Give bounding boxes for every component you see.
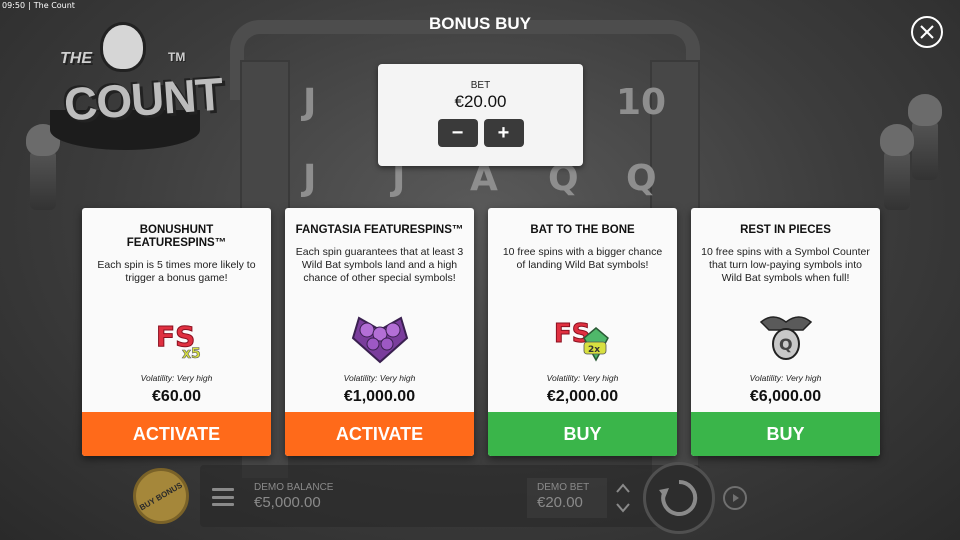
game-logo: THE TM COUNT bbox=[30, 22, 224, 150]
activate-button[interactable]: ACTIVATE bbox=[285, 412, 474, 456]
menu-icon[interactable] bbox=[212, 488, 234, 506]
card-price: €1,000.00 bbox=[343, 388, 416, 405]
card-title: FANGTASIA FEATURESPINS™ bbox=[295, 224, 464, 236]
balance-value: €5,000.00 bbox=[254, 494, 321, 511]
card-description: Each spin guarantees that at least 3 Wil… bbox=[295, 246, 464, 284]
autoplay-icon bbox=[733, 494, 739, 502]
svg-text:Q: Q bbox=[779, 335, 793, 354]
close-icon bbox=[920, 25, 934, 39]
status-bar: 09:50 | The Count bbox=[2, 1, 75, 10]
chevron-up-icon[interactable] bbox=[614, 480, 632, 496]
torch-icon bbox=[26, 124, 60, 210]
page-title: BONUS BUY bbox=[428, 14, 531, 33]
card-volatility: Volatility: Very high bbox=[343, 373, 416, 383]
card-price: €60.00 bbox=[152, 388, 201, 405]
logo-count: COUNT bbox=[62, 67, 225, 131]
buy-button[interactable]: BUY bbox=[691, 412, 880, 456]
reel-symbol: J bbox=[303, 82, 317, 123]
svg-text:x5: x5 bbox=[182, 346, 201, 362]
card-description: 10 free spins with a bigger chance of la… bbox=[502, 246, 663, 271]
activate-button[interactable]: ACTIVATE bbox=[82, 412, 271, 456]
card-title: REST IN PIECES bbox=[740, 224, 831, 236]
bonus-card-fangtasia: FANGTASIA FEATURESPINS™ Each spin guaran… bbox=[285, 208, 474, 456]
card-volatility: Volatility: Very high bbox=[546, 373, 619, 383]
card-title: BONUSHUNT FEATURESPINS™ bbox=[126, 224, 227, 249]
balance-label: DEMO BALANCE bbox=[254, 482, 334, 493]
bonus-card-bat-to-the-bone: BAT TO THE BONE 10 free spins with a big… bbox=[488, 208, 677, 456]
bat-q-symbol-icon: Q bbox=[759, 316, 812, 360]
fs-x5-icon: FS x5 bbox=[155, 320, 201, 363]
card-description: Each spin is 5 times more likely to trig… bbox=[97, 259, 256, 284]
logo-tm: TM bbox=[168, 50, 186, 64]
card-price: €6,000.00 bbox=[749, 388, 822, 405]
chevron-down-icon[interactable] bbox=[614, 500, 632, 516]
autoplay-button[interactable] bbox=[723, 486, 747, 510]
bet-value: €20.00 bbox=[454, 92, 507, 111]
bet-controls: − + bbox=[378, 119, 583, 147]
status-time: 09:50 bbox=[2, 1, 26, 10]
status-app-name: The Count bbox=[33, 1, 75, 10]
reel-symbol: Q bbox=[626, 158, 657, 199]
bet-label: BET bbox=[470, 80, 491, 91]
wild-bats-icon bbox=[351, 316, 408, 364]
fs-2x-bat-icon: FS 2x bbox=[553, 319, 609, 362]
demo-bet-label: DEMO BET bbox=[537, 482, 590, 493]
card-description: 10 free spins with a Symbol Counter that… bbox=[701, 246, 870, 284]
card-title: BAT TO THE BONE bbox=[530, 224, 635, 236]
reel-symbol: J bbox=[303, 158, 317, 199]
bet-decrease-button[interactable]: − bbox=[437, 119, 478, 147]
logo-the: THE bbox=[60, 50, 92, 67]
reel-symbol: 10 bbox=[616, 82, 667, 123]
spin-button[interactable] bbox=[643, 462, 715, 534]
torch-icon bbox=[880, 124, 914, 210]
bet-increase-button[interactable]: + bbox=[483, 119, 524, 147]
torch-icon bbox=[908, 94, 942, 180]
card-price: €2,000.00 bbox=[546, 388, 619, 405]
demo-bet-value: €20.00 bbox=[537, 494, 583, 511]
buy-bonus-button[interactable]: BUY BONUS bbox=[133, 468, 189, 524]
card-volatility: Volatility: Very high bbox=[140, 373, 213, 383]
close-button[interactable] bbox=[911, 16, 943, 48]
bonus-card-rest-in-pieces: REST IN PIECES 10 free spins with a Symb… bbox=[691, 208, 880, 456]
bonus-card-bonushunt: BONUSHUNT FEATURESPINS™ Each spin is 5 t… bbox=[82, 208, 271, 456]
buy-button[interactable]: BUY bbox=[488, 412, 677, 456]
svg-text:2x: 2x bbox=[588, 345, 600, 355]
spin-arrows-icon bbox=[659, 479, 698, 516]
bet-panel: BET €20.00 − + bbox=[378, 64, 583, 166]
card-volatility: Volatility: Very high bbox=[749, 373, 822, 383]
buy-bonus-label: BUY BONUS bbox=[138, 480, 184, 512]
